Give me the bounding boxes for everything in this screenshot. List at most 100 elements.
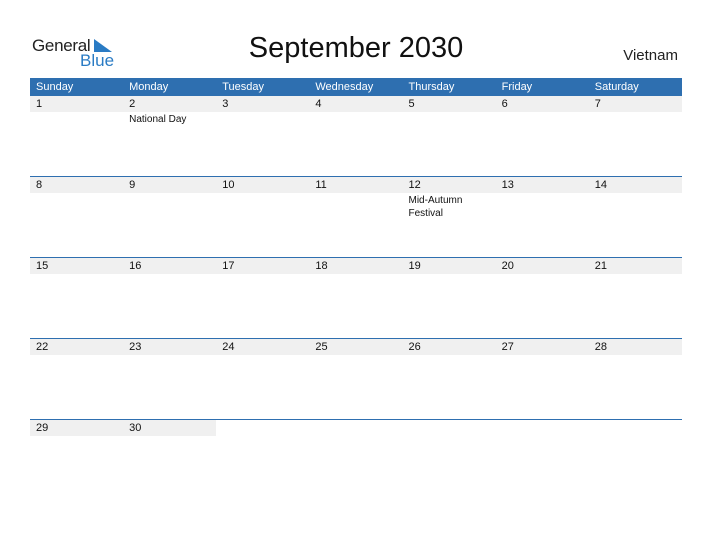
date-number	[589, 420, 682, 436]
date-number: 24	[216, 339, 310, 355]
holiday-label	[216, 112, 309, 113]
day-cell[interactable]: 20	[495, 258, 589, 275]
weekday-saturday: Saturday	[594, 81, 639, 93]
holiday-label	[496, 436, 589, 437]
holiday-label	[30, 355, 123, 356]
week-row: 1 2 National Day 3 4 5 6 7	[30, 96, 682, 126]
day-cell[interactable]: 19	[402, 258, 496, 275]
day-cell[interactable]: 18	[309, 258, 403, 275]
date-number: 9	[123, 177, 217, 193]
day-cell[interactable]: 17	[216, 258, 310, 275]
date-number: 18	[309, 258, 403, 274]
date-number: 1	[30, 96, 124, 112]
holiday-label: National Day	[129, 114, 187, 125]
holiday-label	[309, 193, 402, 194]
date-number: 30	[123, 420, 217, 436]
date-number: 27	[495, 339, 589, 355]
day-cell[interactable]: 21	[588, 258, 682, 275]
date-number: 29	[30, 420, 124, 436]
holiday-label	[30, 193, 123, 194]
day-cell[interactable]: 4	[309, 96, 403, 126]
date-number: 3	[216, 96, 310, 112]
date-number: 15	[30, 258, 124, 274]
day-cell[interactable]: 7	[588, 96, 682, 126]
weekday-friday: Friday	[501, 81, 533, 93]
date-number: 12	[402, 177, 496, 193]
weekday-sunday: Sunday	[36, 81, 74, 93]
weekday-monday: Monday	[129, 81, 169, 93]
day-cell[interactable]: 29	[30, 420, 124, 437]
date-number: 10	[216, 177, 310, 193]
day-cell[interactable]: 28	[588, 339, 682, 356]
day-cell[interactable]: 14	[588, 177, 682, 220]
week-row: 15 16 17 18 19 20 21	[30, 257, 682, 275]
day-cell[interactable]: 3	[216, 96, 310, 126]
day-cell[interactable]: 15	[30, 258, 124, 275]
date-number	[309, 420, 402, 436]
holiday-label	[123, 355, 216, 356]
holiday-label	[589, 193, 682, 194]
day-cell[interactable]: 22	[30, 339, 124, 356]
date-number: 2	[123, 96, 217, 112]
date-number: 16	[123, 258, 217, 274]
weekday-tuesday: Tuesday	[222, 81, 265, 93]
holiday-label	[216, 193, 309, 194]
holiday-label	[403, 112, 496, 113]
day-cell[interactable]: 8	[30, 177, 124, 220]
holiday-label	[403, 436, 496, 437]
date-number: 28	[588, 339, 682, 355]
weekday-wednesday: Wednesday	[315, 81, 374, 93]
day-cell[interactable]: 1	[30, 96, 124, 126]
day-cell[interactable]: 16	[123, 258, 217, 275]
day-cell[interactable]: 11	[309, 177, 403, 220]
holiday-label	[496, 193, 589, 194]
holiday-label	[496, 355, 589, 356]
day-cell[interactable]: 24	[216, 339, 310, 356]
day-cell[interactable]: 23	[123, 339, 217, 356]
day-cell[interactable]: 2 National Day	[123, 96, 217, 126]
day-cell[interactable]: 5	[402, 96, 496, 126]
date-number: 4	[309, 96, 403, 112]
day-cell[interactable]: 25	[309, 339, 403, 356]
holiday-label	[496, 274, 589, 275]
holiday-label	[216, 355, 309, 356]
holiday-label	[123, 436, 216, 437]
day-cell[interactable]: 13	[495, 177, 589, 220]
country-label: Vietnam	[623, 47, 678, 64]
holiday-label	[589, 274, 682, 275]
date-number: 25	[309, 339, 403, 355]
weekday-thursday: Thursday	[408, 81, 455, 93]
date-number: 13	[495, 177, 589, 193]
date-number: 22	[30, 339, 124, 355]
day-cell[interactable]: 12 Mid-Autumn Festival	[402, 177, 496, 220]
holiday-label	[589, 436, 682, 437]
date-number: 8	[30, 177, 124, 193]
holiday-label	[216, 436, 309, 437]
holiday-label	[30, 112, 123, 113]
day-cell[interactable]: 30	[123, 420, 217, 437]
day-cell[interactable]: 9	[123, 177, 217, 220]
holiday-label	[403, 355, 496, 356]
holiday-label	[309, 274, 402, 275]
weekday-header: Sunday Monday Tuesday Wednesday Thursday…	[30, 78, 682, 96]
empty-day-cell	[589, 420, 682, 437]
date-number: 21	[588, 258, 682, 274]
empty-day-cell	[403, 420, 496, 437]
date-number: 23	[123, 339, 217, 355]
holiday-label	[403, 274, 496, 275]
day-cell[interactable]: 26	[402, 339, 496, 356]
date-number: 20	[495, 258, 589, 274]
holiday-label	[216, 274, 309, 275]
empty-day-cell	[216, 420, 309, 437]
day-cell[interactable]: 6	[495, 96, 589, 126]
holiday-label	[496, 112, 589, 113]
day-cell[interactable]: 27	[495, 339, 589, 356]
date-number: 6	[495, 96, 589, 112]
date-number: 26	[402, 339, 496, 355]
date-number	[496, 420, 589, 436]
day-cell[interactable]: 10	[216, 177, 310, 220]
holiday-label: Mid-Autumn Festival	[408, 195, 463, 219]
date-number: 17	[216, 258, 310, 274]
date-number: 11	[309, 177, 403, 193]
date-number: 5	[402, 96, 496, 112]
